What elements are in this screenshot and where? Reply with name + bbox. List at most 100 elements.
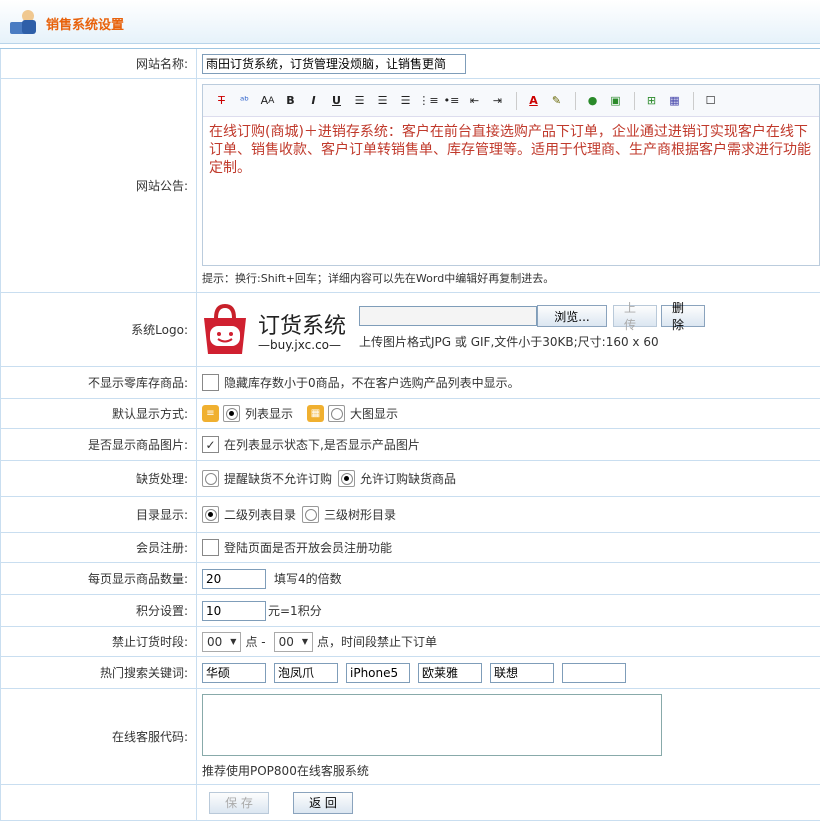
- logo-hint: 上传图片格式JPG 或 GIF,文件小于30KB;尺寸:160 x 60: [359, 335, 659, 349]
- list-view-icon: ≡: [202, 405, 219, 422]
- bold-icon[interactable]: B: [280, 91, 301, 111]
- no-order-from-select[interactable]: 00 ▼: [202, 631, 242, 652]
- list-view-label: 列表显示: [245, 407, 294, 421]
- member-reg-checkbox[interactable]: [202, 539, 219, 556]
- row-logo: 系统Logo: 订货系统 —buy.jxc.co— 浏览... 上 传 删 除 …: [0, 293, 820, 367]
- service-code-label: 在线客服代码:: [1, 689, 197, 784]
- keyword-input-5[interactable]: [490, 662, 554, 683]
- announcement-editor[interactable]: T ᵃᵇ AA B I U ☰ ☰ ☰ ⋮≡ •≡ ⇤ ⇥ A ✎ ● ▣ ⊞ …: [202, 84, 820, 266]
- points-note: 元=1积分: [268, 604, 322, 618]
- out-of-stock-label: 缺货处理:: [1, 461, 197, 496]
- align-center-icon[interactable]: ☰: [372, 91, 393, 111]
- italic-icon[interactable]: I: [303, 91, 324, 111]
- page-title: 销售系统设置: [46, 18, 125, 33]
- per-page-note: 填写4的倍数: [274, 572, 342, 586]
- out-of-stock-radio-remind[interactable]: [202, 470, 219, 487]
- font-size-icon[interactable]: AA: [257, 91, 278, 111]
- underline-icon[interactable]: U: [326, 91, 347, 111]
- site-name-input[interactable]: [202, 53, 466, 74]
- member-reg-label: 会员注册:: [1, 533, 197, 562]
- row-member-reg: 会员注册: 登陆页面是否开放会员注册功能: [0, 533, 820, 563]
- row-default-display: 默认显示方式: ≡ 列表显示 ▦ 大图显示: [0, 399, 820, 429]
- catalog-label: 目录显示:: [1, 497, 197, 532]
- row-hot-keywords: 热门搜索关键词:: [0, 657, 820, 689]
- upload-button[interactable]: 上 传: [613, 301, 657, 332]
- keyword-input-6[interactable]: [562, 662, 626, 683]
- catalog-option2: 三级树形目录: [324, 508, 397, 522]
- remove-format-icon[interactable]: T: [211, 91, 232, 111]
- link-icon[interactable]: ●: [582, 91, 603, 111]
- chevron-down-icon: ▼: [301, 637, 309, 646]
- delete-button[interactable]: 删 除: [661, 301, 705, 332]
- logo-file-path[interactable]: [359, 306, 537, 326]
- show-image-text: 在列表显示状态下,是否显示产品图片: [224, 438, 420, 452]
- row-show-image: 是否显示商品图片: ✓ 在列表显示状态下,是否显示产品图片: [0, 429, 820, 461]
- service-code-textarea[interactable]: [202, 694, 662, 756]
- keyword-input-1[interactable]: [202, 662, 266, 683]
- align-left-icon[interactable]: ☰: [349, 91, 370, 111]
- out-of-stock-option2: 允许订购缺货商品: [360, 472, 457, 486]
- row-announcement: 网站公告: T ᵃᵇ AA B I U ☰ ☰ ☰ ⋮≡ •≡ ⇤ ⇥ A ✎ …: [0, 79, 820, 293]
- default-display-label: 默认显示方式:: [1, 399, 197, 428]
- outdent-icon[interactable]: ⇤: [464, 91, 485, 111]
- hide-zero-stock-checkbox[interactable]: [202, 374, 219, 391]
- font-color-icon[interactable]: A: [523, 91, 544, 111]
- table-icon[interactable]: ▦: [664, 91, 685, 111]
- browse-button[interactable]: 浏览...: [537, 305, 607, 327]
- settings-form: 网站名称: 网站公告: T ᵃᵇ AA B I U ☰ ☰ ☰ ⋮≡ •≡: [0, 48, 820, 821]
- grid-view-radio[interactable]: [328, 405, 346, 422]
- service-code-hint: 推荐使用POP800在线客服系统: [202, 764, 369, 778]
- keyword-input-2[interactable]: [274, 662, 338, 683]
- row-per-page: 每页显示商品数量: 填写4的倍数: [0, 563, 820, 595]
- row-service-code: 在线客服代码: 推荐使用POP800在线客服系统: [0, 689, 820, 785]
- show-image-checkbox[interactable]: ✓: [202, 436, 219, 453]
- indent-icon[interactable]: ⇥: [487, 91, 508, 111]
- ordered-list-icon[interactable]: ⋮≡: [418, 91, 439, 111]
- highlight-icon[interactable]: ✎: [546, 91, 567, 111]
- show-image-label: 是否显示商品图片:: [1, 429, 197, 460]
- align-right-icon[interactable]: ☰: [395, 91, 416, 111]
- points-label: 积分设置:: [1, 595, 197, 626]
- no-order-sep2: 点，时间段禁止下订单: [317, 635, 438, 649]
- row-catalog: 目录显示: 二级列表目录 三级树形目录: [0, 497, 820, 533]
- save-button[interactable]: 保 存: [209, 791, 269, 814]
- chevron-down-icon: ▼: [230, 637, 237, 646]
- out-of-stock-radio-allow[interactable]: [338, 470, 356, 487]
- no-order-label: 禁止订货时段:: [1, 627, 197, 656]
- editor-toolbar: T ᵃᵇ AA B I U ☰ ☰ ☰ ⋮≡ •≡ ⇤ ⇥ A ✎ ● ▣ ⊞ …: [203, 85, 819, 117]
- system-logo: 订货系统 —buy.jxc.co—: [202, 302, 358, 358]
- row-site-name: 网站名称:: [0, 49, 820, 79]
- per-page-label: 每页显示商品数量:: [1, 563, 197, 594]
- catalog-radio-three-level[interactable]: [302, 506, 320, 523]
- unordered-list-icon[interactable]: •≡: [441, 91, 462, 111]
- site-name-label: 网站名称:: [1, 49, 197, 78]
- logo-brand-text: 订货系统: [258, 313, 347, 339]
- announcement-label: 网站公告:: [1, 79, 197, 292]
- points-input[interactable]: [202, 600, 266, 621]
- row-points: 积分设置: 元=1积分: [0, 595, 820, 627]
- grid-view-label: 大图显示: [350, 407, 399, 421]
- list-view-radio[interactable]: [223, 405, 240, 422]
- spellcheck-icon[interactable]: ᵃᵇ: [234, 91, 255, 111]
- catalog-radio-two-level[interactable]: [202, 506, 219, 523]
- keyword-input-3[interactable]: [346, 662, 410, 683]
- member-reg-text: 登陆页面是否开放会员注册功能: [224, 541, 393, 555]
- image-icon[interactable]: ▣: [605, 91, 626, 111]
- keyword-input-4[interactable]: [418, 662, 482, 683]
- row-actions: 保 存 返 回: [0, 785, 820, 821]
- shopping-bag-icon: [204, 303, 246, 354]
- source-icon[interactable]: ☐: [700, 91, 721, 111]
- logo-label: 系统Logo:: [1, 293, 197, 366]
- back-button[interactable]: 返 回: [293, 791, 353, 814]
- per-page-input[interactable]: [202, 568, 266, 589]
- settings-person-icon: [10, 10, 36, 34]
- insert-icon[interactable]: ⊞: [641, 91, 662, 111]
- page-header: 销售系统设置: [0, 0, 820, 44]
- announcement-hint: 提示：换行:Shift+回车；详细内容可以先在Word中编辑好再复制进去。: [202, 272, 555, 285]
- announcement-content[interactable]: 在线订购(商城)＋进销存系统：客户在前台直接选购产品下订单，企业通过进销订实现客…: [203, 117, 819, 183]
- logo-url-text: —buy.jxc.co—: [258, 337, 342, 352]
- no-order-to-select[interactable]: 00 ▼: [273, 631, 314, 652]
- out-of-stock-option1: 提醒缺货不允许订购: [224, 472, 333, 486]
- hide-zero-stock-label: 不显示零库存商品:: [1, 367, 197, 398]
- grid-view-icon: ▦: [307, 405, 325, 422]
